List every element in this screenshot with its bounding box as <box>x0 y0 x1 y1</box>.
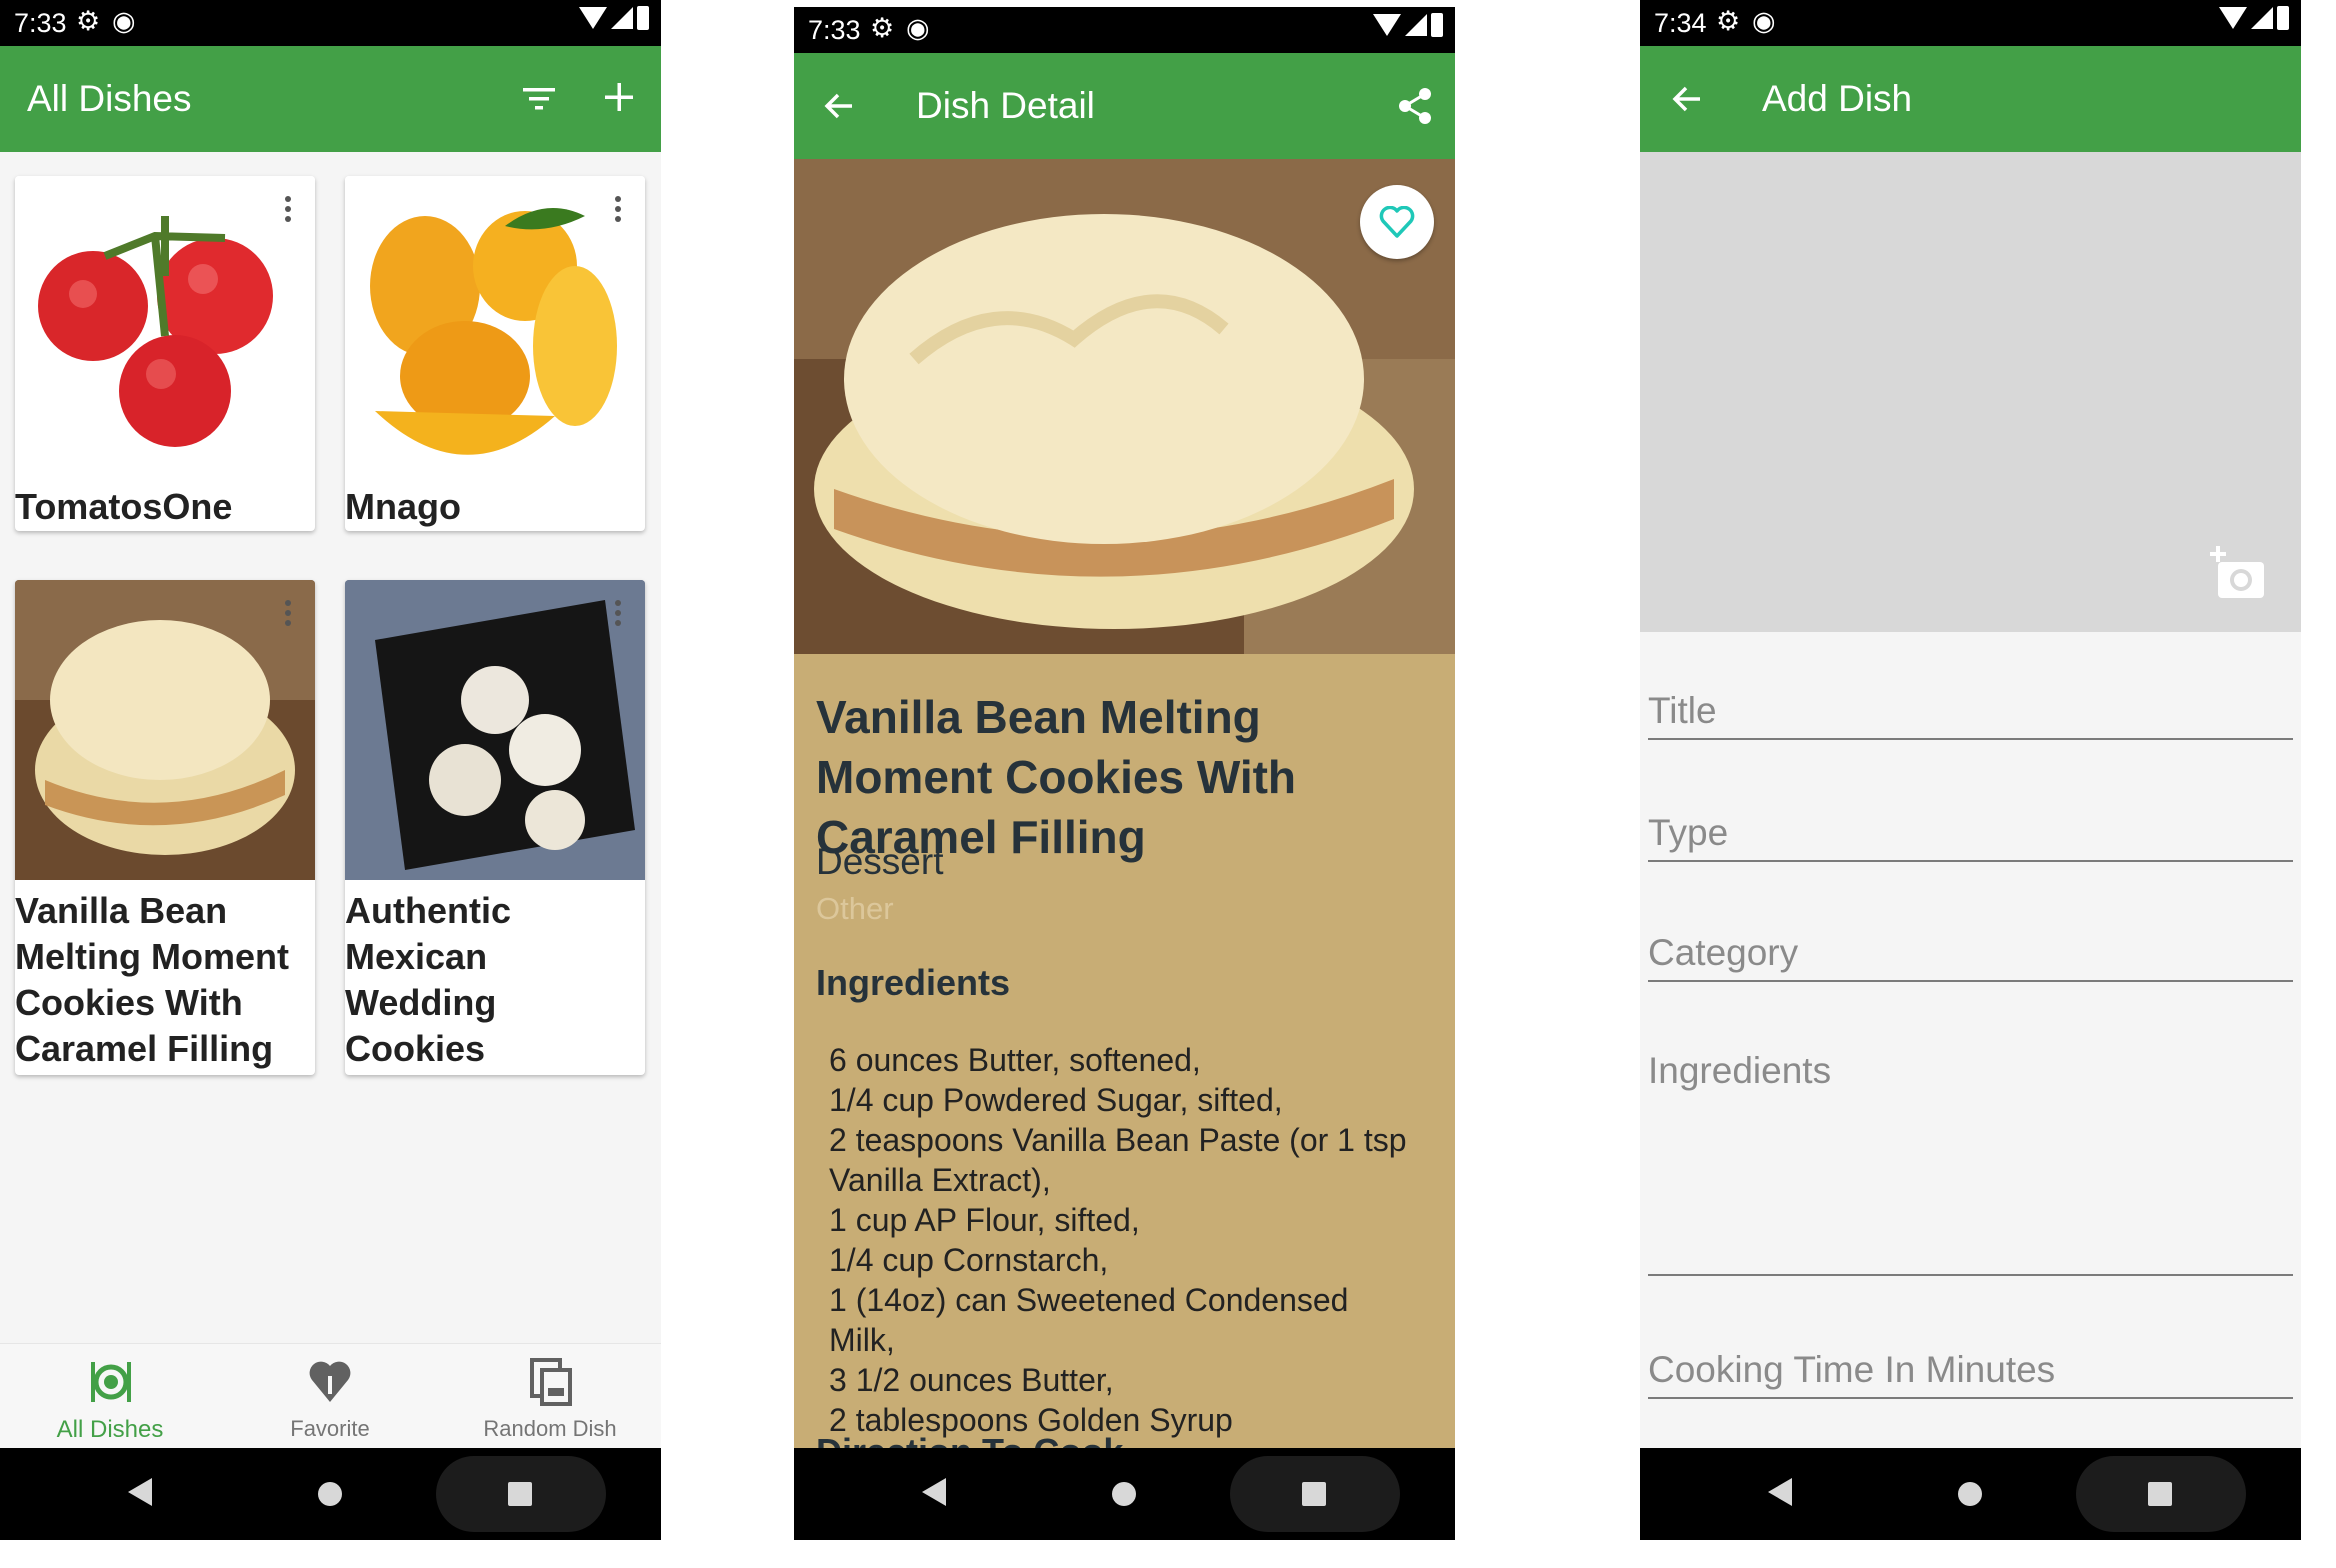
signal-icon <box>611 7 633 29</box>
status-bar: 7:34 ⚙ ◉ <box>1640 0 2301 46</box>
status-bar: 7:33 ⚙ ◉ <box>794 7 1455 53</box>
dish-image <box>345 176 645 476</box>
system-nav-bar <box>0 1448 661 1540</box>
nav-label: Random Dish <box>483 1416 617 1441</box>
type-field[interactable]: Type <box>1648 800 2293 862</box>
favorite-button[interactable] <box>1360 185 1434 259</box>
dish-title: Mnago <box>345 486 461 527</box>
dish-hero-image <box>794 159 1455 654</box>
battery-icon <box>2277 6 2289 30</box>
signal-icon <box>2251 7 2273 29</box>
category-field-label: Category <box>1648 932 1799 973</box>
all-dishes-screen: 7:33 ⚙ ◉ All Dishes TomatosOne Mnago Van… <box>0 0 661 1540</box>
add-dish-screen: 7:34 ⚙ ◉ Add Dish Title Type Category In… <box>1640 0 2301 1540</box>
category-field[interactable]: Category <box>1648 920 2293 982</box>
nav-random-dish[interactable]: Random Dish <box>440 1344 660 1452</box>
nav-all-dishes[interactable]: All Dishes <box>0 1344 220 1452</box>
home-icon[interactable] <box>318 1482 342 1506</box>
ingredients-field[interactable]: Ingredients <box>1648 1040 2293 1276</box>
dish-type: Dessert <box>816 841 944 882</box>
filter-icon[interactable] <box>522 84 556 114</box>
dish-image <box>345 580 645 880</box>
nav-label: Favorite <box>290 1416 370 1441</box>
battery-icon <box>1431 13 1443 37</box>
cooking-time-field[interactable]: Cooking Time In Minutes <box>1648 1335 2293 1399</box>
heart-icon <box>309 1361 351 1402</box>
cooking-time-field-label: Cooking Time In Minutes <box>1648 1349 2056 1390</box>
settings-status-icon: ⚙ <box>76 6 101 36</box>
home-icon[interactable] <box>1958 1482 1982 1506</box>
share-icon[interactable] <box>1398 87 1432 125</box>
system-indicators <box>579 6 649 30</box>
dish-title: Authentic Mexican Wedding Cookies <box>345 890 511 1069</box>
ingredients-heading: Ingredients <box>816 962 1011 1003</box>
bottom-navigation: All Dishes Favorite Random Dish <box>0 1343 661 1452</box>
title-field[interactable]: Title <box>1648 678 2293 740</box>
ingredients-field-label: Ingredients <box>1648 1050 1832 1091</box>
dish-card[interactable]: Vanilla Bean Melting Moment Cookies With… <box>15 580 315 1075</box>
dish-detail-screen: 7:33 ⚙ ◉ Dish Detail Vanilla Bean Meltin… <box>794 7 1455 1540</box>
status-time: 7:33 <box>808 15 861 45</box>
app-bar: All Dishes <box>0 46 661 152</box>
dish-card[interactable]: Mnago <box>345 176 645 531</box>
page-title: All Dishes <box>27 78 192 119</box>
dish-category: Other <box>816 891 894 926</box>
app-status-icon: ◉ <box>112 6 136 36</box>
settings-status-icon: ⚙ <box>870 13 895 43</box>
battery-icon <box>637 6 649 30</box>
back-arrow-icon[interactable] <box>822 89 856 123</box>
nav-label: All Dishes <box>56 1416 164 1443</box>
status-time: 7:33 <box>14 8 67 38</box>
more-options-icon[interactable] <box>615 196 621 226</box>
recents-icon[interactable] <box>508 1482 532 1506</box>
dish-title: Vanilla Bean Melting Moment Cookies With… <box>816 691 1297 863</box>
system-nav-bar <box>794 1448 1455 1540</box>
add-icon[interactable] <box>604 82 634 112</box>
dish-title: TomatosOne <box>15 486 233 527</box>
status-bar: 7:33 ⚙ ◉ <box>0 0 661 46</box>
back-arrow-icon[interactable] <box>1670 82 1704 116</box>
recents-icon[interactable] <box>1302 1482 1326 1506</box>
dish-title: Vanilla Bean Melting Moment Cookies With… <box>15 890 289 1069</box>
status-time: 7:34 <box>1654 8 1707 38</box>
add-photo-icon[interactable] <box>2208 544 2268 602</box>
back-icon[interactable] <box>128 1478 152 1506</box>
system-nav-bar <box>1640 1448 2301 1540</box>
page-title: Dish Detail <box>916 85 1095 126</box>
wifi-icon <box>2219 7 2247 29</box>
more-options-icon[interactable] <box>615 600 621 630</box>
more-options-icon[interactable] <box>285 196 291 226</box>
system-indicators <box>2219 6 2289 30</box>
title-field-label: Title <box>1648 690 1717 731</box>
recents-icon[interactable] <box>2148 1482 2172 1506</box>
app-status-icon: ◉ <box>1752 6 1776 36</box>
type-field-label: Type <box>1648 812 1729 853</box>
nav-favorite[interactable]: Favorite <box>220 1344 440 1452</box>
home-icon[interactable] <box>1112 1482 1136 1506</box>
dish-icon <box>91 1362 131 1402</box>
app-status-icon: ◉ <box>906 13 930 43</box>
heart-outline-icon <box>1379 206 1415 238</box>
app-bar: Add Dish <box>1640 46 2301 152</box>
signal-icon <box>1405 14 1427 36</box>
back-icon[interactable] <box>1768 1478 1792 1506</box>
back-icon[interactable] <box>922 1478 946 1506</box>
wifi-icon <box>1373 14 1401 36</box>
random-dish-icon <box>530 1358 572 1406</box>
more-options-icon[interactable] <box>285 600 291 630</box>
dish-image <box>15 580 315 880</box>
dish-image <box>15 176 315 476</box>
system-indicators <box>1373 13 1443 37</box>
ingredients-text: 6 ounces Butter, softened, 1/4 cup Powde… <box>829 1042 1407 1438</box>
image-placeholder[interactable] <box>1640 152 2301 632</box>
settings-status-icon: ⚙ <box>1716 6 1741 36</box>
dish-card[interactable]: TomatosOne <box>15 176 315 531</box>
dish-card[interactable]: Authentic Mexican Wedding Cookies <box>345 580 645 1075</box>
wifi-icon <box>579 7 607 29</box>
app-bar: Dish Detail <box>794 53 1455 159</box>
page-title: Add Dish <box>1762 78 1913 119</box>
